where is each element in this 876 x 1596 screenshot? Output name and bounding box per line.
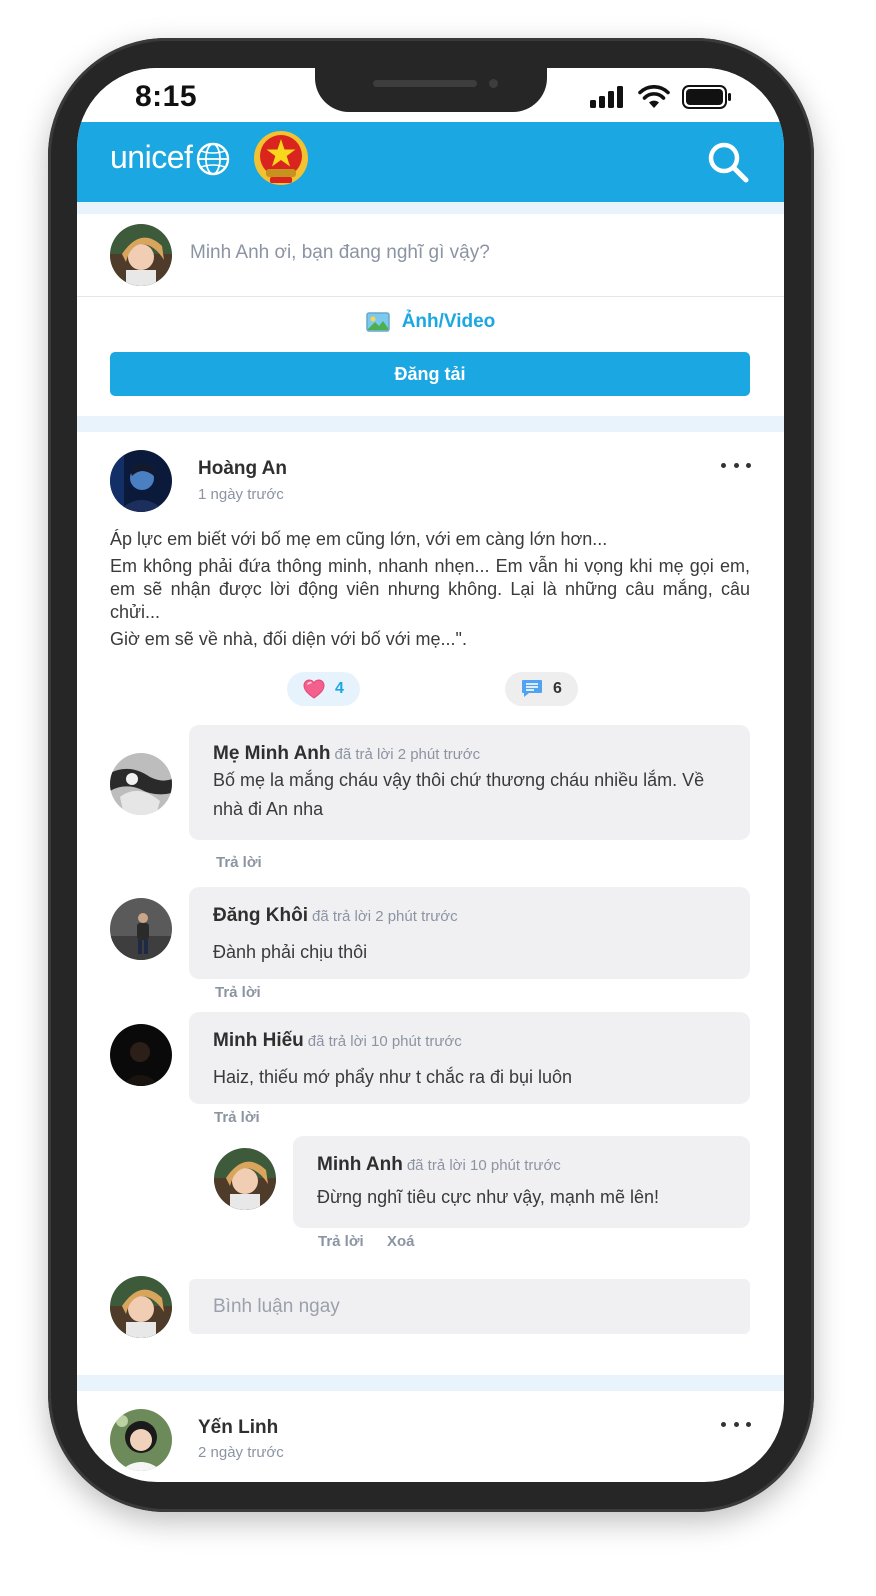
composer-separator: [77, 296, 784, 297]
next-post-author-name[interactable]: Yến Linh: [198, 1417, 278, 1439]
status-icons: [590, 84, 732, 110]
comment-text: Bố mẹ la mắng cháu vậy thôi chứ thương c…: [213, 770, 705, 819]
reply-text: Đừng nghĩ tiêu cực như vậy, mạnh mẽ lên!: [317, 1187, 659, 1207]
commenter-name[interactable]: Đăng Khôi: [213, 905, 308, 926]
comment-header: Minh Hiếu đã trả lời 10 phút trước: [213, 1030, 462, 1052]
reply-author-name[interactable]: Minh Anh: [317, 1154, 403, 1175]
search-icon[interactable]: [706, 140, 750, 184]
comment-count-button[interactable]: 6: [505, 672, 578, 706]
next-post-more-button[interactable]: [721, 1414, 751, 1434]
comment-input-avatar: [110, 1276, 172, 1338]
composer-avatar: [110, 224, 172, 286]
comment-meta: đã trả lời 10 phút trước: [307, 1033, 462, 1050]
more-dot: [721, 1421, 726, 1427]
comment-bubble: Minh Hiếu đã trả lời 10 phút trước Haiz, …: [189, 1012, 750, 1104]
post-more-button[interactable]: [721, 455, 751, 475]
reply-avatar[interactable]: [214, 1148, 276, 1210]
comment-count: 6: [553, 680, 562, 697]
wifi-icon: [638, 85, 670, 108]
next-post-time: 2 ngày trước: [198, 1444, 284, 1461]
comment-header: Mẹ Minh Anh đã trả lời 2 phút trước: [213, 743, 480, 765]
photo-video-button[interactable]: Ảnh/Video: [77, 311, 784, 333]
reply-link[interactable]: Trả lời: [215, 984, 261, 1001]
post-button[interactable]: Đăng tải: [110, 352, 750, 396]
image-icon: [365, 312, 390, 332]
vietnam-emblem-icon: [254, 131, 308, 185]
reply-bubble: Minh Anh đã trả lời 10 phút trước Đừng ng…: [293, 1136, 750, 1228]
post-paragraph: Em không phải đứa thông minh, nhanh nhẹn…: [110, 556, 750, 622]
post-time: 1 ngày trước: [198, 486, 284, 503]
more-dot: [721, 462, 726, 468]
like-button[interactable]: 4: [287, 672, 360, 706]
more-dot: [746, 1421, 751, 1427]
like-count: 4: [335, 680, 344, 697]
comment-meta: đã trả lời 2 phút trước: [312, 908, 458, 925]
app-screen: 8:15 unicef Minh Anh ơi, bạn đang nghĩ g…: [77, 68, 784, 1482]
reply-meta: đã trả lời 10 phút trước: [406, 1157, 561, 1174]
next-post-author-avatar[interactable]: [110, 1409, 172, 1471]
app-header: unicef: [77, 122, 784, 202]
signal-icon: [590, 86, 623, 108]
comment-bubble: Mẹ Minh Anh đã trả lời 2 phút trước Bố mẹ…: [189, 725, 750, 840]
comment-meta: đã trả lời 2 phút trước: [334, 746, 481, 763]
heart-icon: [303, 679, 325, 699]
reply-header: Minh Anh đã trả lời 10 phút trước: [317, 1154, 561, 1176]
commenter-name[interactable]: Minh Hiếu: [213, 1030, 304, 1051]
commenter-name[interactable]: Mẹ Minh Anh: [213, 743, 331, 764]
unicef-globe-icon: [196, 142, 230, 176]
post-body: Áp lực em biết với bố mẹ em cũng lớn, vớ…: [110, 528, 750, 655]
unicef-logo-text: unicef: [110, 139, 193, 175]
post-paragraph: Áp lực em biết với bố mẹ em cũng lớn, vớ…: [110, 529, 608, 549]
comment-icon: [522, 680, 542, 697]
comment-input[interactable]: Bình luận ngay: [189, 1279, 750, 1334]
speaker: [373, 80, 477, 87]
commenter-avatar[interactable]: [110, 898, 172, 960]
section-divider: [77, 1375, 784, 1391]
comment-bubble: Đăng Khôi đã trả lời 2 phút trước Đành ph…: [189, 887, 750, 979]
commenter-avatar[interactable]: [110, 1024, 172, 1086]
post-author-avatar[interactable]: [110, 450, 172, 512]
photo-video-label: Ảnh/Video: [401, 311, 496, 332]
more-dot: [733, 1421, 739, 1427]
delete-link[interactable]: Xoá: [387, 1233, 415, 1250]
battery-icon: [682, 85, 731, 109]
comment-text: Haiz, thiếu mớ phẩy như t chắc ra đi bụi…: [213, 1067, 573, 1087]
section-divider: [77, 202, 784, 214]
notch: [315, 68, 547, 112]
status-time: 8:15: [135, 80, 198, 113]
comment-text: Đành phải chịu thôi: [213, 942, 368, 962]
post-paragraph: Giờ em sẽ về nhà, đối diện với bố với mẹ…: [110, 629, 467, 649]
more-dot: [733, 462, 739, 468]
reply-link[interactable]: Trả lời: [216, 854, 262, 871]
composer-input[interactable]: Minh Anh ơi, bạn đang nghĩ gì vậy?: [190, 242, 490, 264]
camera: [489, 79, 498, 88]
section-divider: [77, 416, 784, 432]
comment-header: Đăng Khôi đã trả lời 2 phút trước: [213, 905, 458, 927]
post-author-name[interactable]: Hoàng An: [198, 458, 287, 480]
reply-link[interactable]: Trả lời: [318, 1233, 364, 1250]
commenter-avatar[interactable]: [110, 753, 172, 815]
reply-link[interactable]: Trả lời: [214, 1109, 260, 1126]
more-dot: [746, 462, 751, 468]
status-bar: 8:15: [77, 68, 784, 122]
